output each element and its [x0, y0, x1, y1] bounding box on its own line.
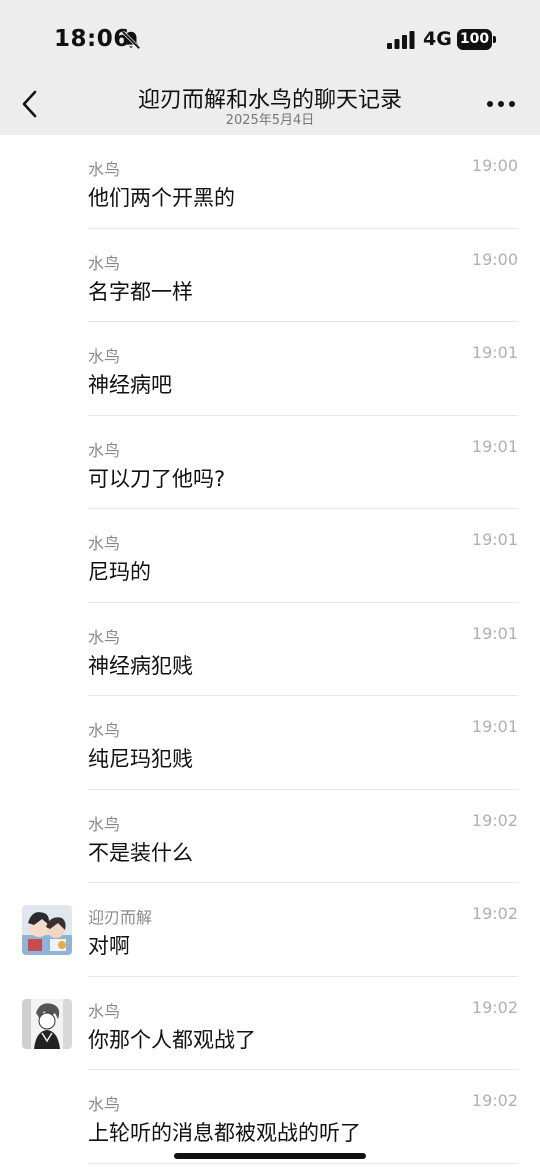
message-time: 19:01 [471, 436, 518, 456]
message-time: 19:01 [471, 530, 518, 549]
message-text: 名字都一样 [88, 279, 193, 304]
network-type: 4G [423, 28, 452, 50]
message-text: 可以刀了他吗? [88, 466, 226, 491]
message-text: 对啊 [88, 934, 130, 958]
list-item[interactable]: 水鸟 19:01 可以刀了他吗? [0, 416, 540, 509]
message-time: 19:02 [471, 997, 518, 1017]
chat-history-screen: 18:06 4G 100 迎刃而解和水鸟的聊天记录 2025年5月4日 水鸟 1… [0, 0, 540, 1171]
message-time: 19:02 [471, 1091, 518, 1110]
sender-name: 水鸟 [88, 627, 121, 647]
message-time: 19:02 [471, 904, 518, 923]
list-item[interactable]: 水鸟 19:01 尼玛的 [0, 509, 540, 603]
list-item[interactable]: 迎刃而解 19:02 对啊 [0, 883, 540, 977]
battery-level: 100 [457, 29, 492, 50]
message-text: 他们两个开黑的 [88, 186, 235, 210]
list-item[interactable]: 水鸟 19:01 神经病吧 [0, 322, 540, 416]
home-indicator[interactable] [174, 1153, 366, 1159]
message-time: 19:00 [471, 156, 518, 175]
battery-tip [493, 36, 496, 43]
list-item[interactable]: 水鸟 19:01 神经病犯贱 [0, 603, 540, 696]
message-list[interactable]: 水鸟 19:00 他们两个开黑的 水鸟 19:00 名字都一样 水鸟 19:01… [0, 135, 540, 1171]
avatar[interactable] [22, 905, 72, 955]
more-dots-icon[interactable] [480, 92, 522, 116]
list-item[interactable]: 水鸟 19:02 不是装什么 [0, 790, 540, 883]
message-text: 你那个人都观战了 [88, 1027, 256, 1052]
sender-name: 水鸟 [88, 160, 121, 179]
list-item[interactable]: 水鸟 19:00 他们两个开黑的 [0, 135, 540, 229]
list-item[interactable]: 水鸟 19:02 你那个人都观战了 [0, 977, 540, 1070]
sender-name: 水鸟 [88, 253, 121, 273]
message-time: 19:00 [471, 249, 518, 269]
divider [88, 1162, 518, 1164]
signal-bars-icon [387, 31, 415, 49]
top-bar: 18:06 4G 100 迎刃而解和水鸟的聊天记录 2025年5月4日 [0, 0, 540, 135]
message-text: 不是装什么 [88, 840, 193, 865]
list-item[interactable]: 水鸟 19:01 纯尼玛犯贱 [0, 696, 540, 790]
message-time: 19:01 [471, 343, 518, 362]
message-text: 神经病吧 [88, 373, 172, 397]
status-time: 18:06 [54, 26, 130, 52]
message-text: 神经病犯贱 [88, 653, 193, 678]
sender-name: 水鸟 [88, 534, 121, 553]
bell-slash-icon [121, 30, 141, 50]
sender-name: 水鸟 [88, 814, 121, 834]
list-item[interactable]: 水鸟 19:00 名字都一样 [0, 229, 540, 322]
message-text: 纯尼玛犯贱 [88, 747, 193, 771]
message-time: 19:01 [471, 623, 518, 643]
message-time: 19:01 [471, 717, 518, 736]
sender-name: 迎刃而解 [88, 908, 153, 927]
message-text: 尼玛的 [88, 560, 151, 584]
list-item[interactable]: 水鸟 19:02 上轮听的消息都被观战的听了 [0, 1070, 540, 1164]
sender-name: 水鸟 [88, 1095, 121, 1114]
battery-icon: 100 [457, 29, 497, 50]
back-button[interactable] [14, 84, 48, 124]
page-date: 2025年5月4日 [225, 113, 315, 128]
sender-name: 水鸟 [88, 721, 121, 740]
sender-name: 水鸟 [88, 347, 121, 366]
message-time: 19:02 [471, 810, 518, 830]
sender-name: 水鸟 [88, 440, 121, 460]
avatar[interactable] [22, 998, 72, 1049]
message-text: 上轮听的消息都被观战的听了 [88, 1121, 361, 1145]
sender-name: 水鸟 [88, 1001, 121, 1021]
